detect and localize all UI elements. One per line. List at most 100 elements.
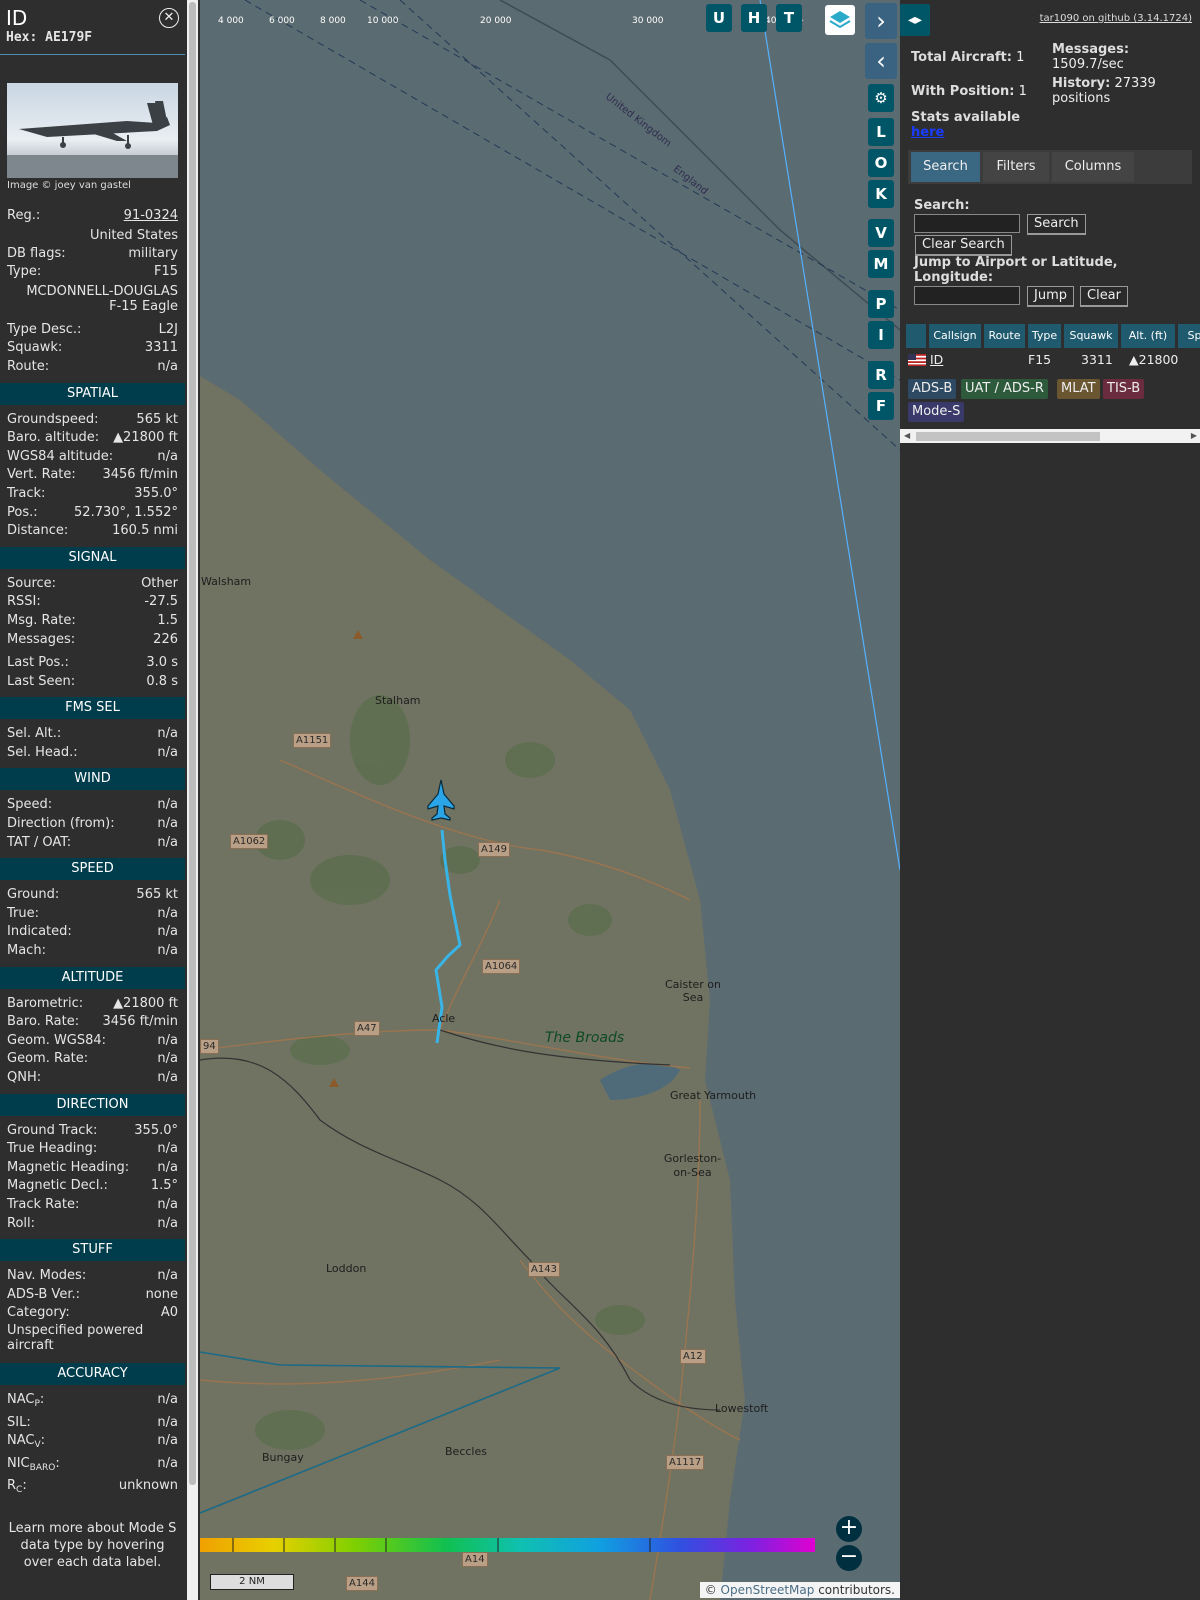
col-speed[interactable]: Spd: [1178, 324, 1200, 348]
sidebar-scroll-thumb[interactable]: [189, 2, 196, 1485]
fms-list: Sel. Alt.: n/a Sel. Head.: n/a: [0, 725, 185, 762]
zoom-out-icon[interactable]: −: [836, 1545, 862, 1571]
osm-link[interactable]: OpenStreetMap: [721, 1583, 815, 1597]
button-v[interactable]: V: [868, 219, 894, 247]
scroll-right-icon[interactable]: ▶: [1191, 429, 1197, 443]
info-value: n/a: [157, 905, 178, 921]
button-f[interactable]: F: [868, 392, 894, 420]
info-row: QNH: n/a: [0, 1069, 185, 1088]
info-label: Last Seen:: [7, 673, 76, 689]
stats-link[interactable]: here: [911, 125, 944, 140]
button-t[interactable]: T: [776, 4, 802, 32]
info-row: ADS-B Ver.: none: [0, 1286, 185, 1305]
nacv-row: NACV: n/a: [0, 1432, 185, 1455]
button-m[interactable]: M: [868, 250, 894, 278]
chevron-right-icon[interactable]: ›: [865, 3, 897, 39]
road-a1062: A1062: [230, 834, 269, 849]
map-view[interactable]: Walsham Stalham Acle Caister on Sea Grea…: [200, 0, 900, 1600]
jump-button[interactable]: Jump: [1027, 286, 1074, 307]
search-button[interactable]: Search: [1027, 214, 1086, 235]
info-label: Nav. Modes:: [7, 1268, 87, 1284]
attribution-prefix: ©: [704, 1583, 721, 1597]
table-horizontal-scrollbar[interactable]: ◀ ▶: [900, 429, 1200, 443]
info-label: Direction (from):: [7, 816, 115, 832]
rc-row: RC: unknown: [0, 1477, 185, 1500]
zoom-in-icon[interactable]: +: [836, 1516, 862, 1542]
button-i[interactable]: I: [868, 321, 894, 349]
badge-tisb[interactable]: TIS-B: [1103, 379, 1145, 399]
col-route[interactable]: Route: [984, 324, 1025, 348]
info-label: Distance:: [7, 523, 69, 539]
road-a12: A12: [680, 1349, 706, 1364]
button-l[interactable]: L: [868, 118, 894, 146]
clear-button[interactable]: Clear: [1080, 286, 1128, 307]
info-value: 3.0 s: [146, 655, 178, 671]
button-o[interactable]: O: [868, 149, 894, 177]
badge-adsb[interactable]: ADS-B: [908, 379, 957, 399]
place-bungay: Bungay: [262, 1451, 304, 1464]
reg-link[interactable]: 91-0324: [124, 207, 178, 226]
info-row: Last Pos.: 3.0 s: [0, 654, 185, 673]
button-p[interactable]: P: [868, 290, 894, 318]
chevron-left-icon[interactable]: ‹: [865, 43, 897, 79]
clear-search-button[interactable]: Clear Search: [915, 235, 1012, 256]
aircraft-photo[interactable]: [7, 83, 178, 178]
info-value: n/a: [157, 1159, 178, 1175]
wind-list: Speed: n/a Direction (from): n/a TAT / OAT: n…: [0, 796, 185, 852]
aircraft-list-panel: ◂▸ tar1090 on github (3.14.1724) Total A…: [900, 0, 1200, 1600]
jump-input[interactable]: [914, 286, 1020, 305]
row-callsign[interactable]: ID: [930, 350, 943, 368]
info-row: Sel. Head.: n/a: [0, 744, 185, 763]
info-label: True:: [7, 905, 39, 921]
sil-value: n/a: [157, 1414, 178, 1430]
info-label: Last Pos.:: [7, 655, 69, 671]
info-label: Sel. Alt.:: [7, 726, 62, 742]
close-icon[interactable]: ✕: [159, 8, 179, 28]
nacp-sub: P: [34, 1398, 40, 1409]
info-row: Category: A0: [0, 1304, 185, 1323]
tab-filters[interactable]: Filters: [983, 152, 1049, 182]
search-input[interactable]: [914, 214, 1020, 233]
layers-icon[interactable]: [825, 5, 855, 35]
expand-collapse-icon[interactable]: ◂▸: [900, 4, 930, 36]
col-altitude[interactable]: Alt. (ft): [1121, 324, 1175, 348]
info-row: Direction (from): n/a: [0, 815, 185, 834]
dbflags-value: military: [128, 245, 178, 261]
hscroll-thumb[interactable]: [916, 432, 1100, 441]
info-row: Track: 355.0°: [0, 485, 185, 504]
github-link[interactable]: tar1090 on github (3.14.1724): [1040, 13, 1192, 24]
section-altitude: ALTITUDE: [0, 966, 185, 989]
scroll-left-icon[interactable]: ◀: [904, 429, 910, 443]
place-beccles: Beccles: [445, 1445, 487, 1458]
tab-columns[interactable]: Columns: [1052, 152, 1134, 182]
info-value: ▲21800 ft: [113, 430, 178, 446]
hex-label: Hex:: [6, 30, 38, 45]
info-row: Distance: 160.5 nmi: [0, 522, 185, 541]
info-label: Groundspeed:: [7, 411, 99, 427]
button-r[interactable]: R: [868, 361, 894, 389]
badge-mlat[interactable]: MLAT: [1057, 379, 1100, 399]
info-value: n/a: [157, 1070, 178, 1085]
history-stat: History: 27339 positions: [1052, 76, 1192, 106]
info-label: Category:: [7, 1305, 70, 1321]
button-h[interactable]: H: [741, 4, 767, 32]
col-type[interactable]: Type: [1028, 324, 1061, 348]
gear-icon[interactable]: ⚙: [868, 84, 894, 112]
info-label: Track Rate:: [7, 1196, 80, 1212]
info-row: Pos.: 52.730°, 1.552°: [0, 504, 185, 523]
button-u[interactable]: U: [706, 4, 732, 32]
button-k[interactable]: K: [868, 180, 894, 208]
typedesc-row: Type Desc.: L2J: [0, 321, 185, 340]
tab-search[interactable]: Search: [911, 152, 980, 182]
info-value: 1.5: [157, 612, 178, 628]
col-callsign[interactable]: Callsign: [929, 324, 981, 348]
info-row: Vert. Rate: 3456 ft/min: [0, 466, 185, 485]
sidebar-scrollbar[interactable]: [187, 0, 198, 1600]
place-lowestoft: Lowestoft: [715, 1402, 769, 1415]
mode-s-footnote: Learn more about Mode S data type by hov…: [8, 1520, 177, 1570]
badge-uat[interactable]: UAT / ADS-R: [961, 379, 1048, 399]
route-row: Route: n/a: [0, 358, 185, 377]
col-squawk[interactable]: Squawk: [1064, 324, 1118, 348]
sidebar-header: ID Hex: AE179F: [0, 0, 185, 55]
badge-modes[interactable]: Mode-S: [908, 402, 965, 422]
